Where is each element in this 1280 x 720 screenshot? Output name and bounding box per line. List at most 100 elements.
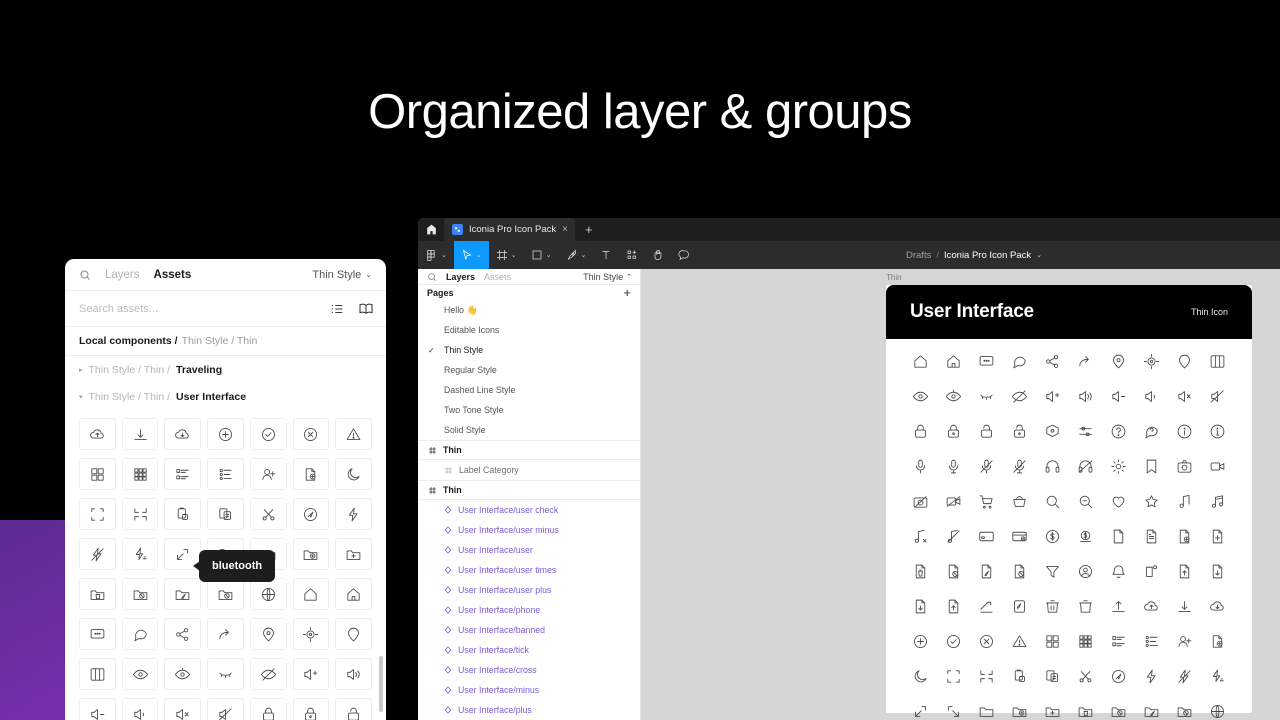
icon-cell[interactable] [1003,703,1036,720]
asset-item[interactable] [121,698,159,720]
icon-cell[interactable] [1069,633,1102,650]
asset-item[interactable] [121,618,159,650]
icon-cell[interactable] [937,458,970,475]
hand-tool-icon[interactable] [645,241,671,269]
icon-cell[interactable] [1102,598,1135,615]
layer-item[interactable]: Label Category [418,460,640,480]
page-item[interactable]: Regular Style [418,360,640,380]
icon-cell[interactable] [1069,493,1102,510]
icon-cell[interactable] [1036,563,1069,580]
new-tab-button[interactable]: + [575,223,603,236]
icon-cell[interactable] [1102,388,1135,405]
search-icon[interactable] [427,272,437,282]
icon-cell[interactable] [1201,458,1234,475]
icon-cell[interactable] [1036,703,1069,720]
chevron-down-icon[interactable]: ⌄ [1036,251,1042,259]
asset-item[interactable] [207,658,244,690]
icon-cell[interactable] [1168,388,1201,405]
asset-item[interactable] [164,658,202,690]
icon-cell[interactable] [1102,703,1135,720]
icon-cell[interactable] [1069,423,1102,440]
asset-item[interactable] [292,658,330,690]
icon-cell[interactable] [970,668,1003,685]
asset-item[interactable] [249,698,287,720]
list-view-icon[interactable] [330,302,344,316]
components-tool-icon[interactable] [619,241,645,269]
layer-item[interactable]: Thin [418,480,640,500]
icon-cell[interactable] [1036,493,1069,510]
comment-tool-icon[interactable] [671,241,697,269]
icon-cell[interactable] [1036,458,1069,475]
assets-scrollbar[interactable] [379,656,383,712]
icon-cell[interactable] [970,388,1003,405]
asset-item[interactable] [207,498,244,530]
layer-item-component[interactable]: User Interface/phone [418,600,640,620]
icon-cell[interactable] [970,493,1003,510]
icon-cell[interactable] [1102,423,1135,440]
icon-cell[interactable] [1003,668,1036,685]
icon-cell[interactable] [1036,353,1069,370]
icon-cell[interactable] [904,528,937,545]
asset-item[interactable] [335,578,372,610]
icon-cell[interactable] [1201,668,1234,685]
icon-cell[interactable] [970,598,1003,615]
page-item[interactable]: Hello 👋 [418,300,640,320]
asset-item[interactable] [335,658,372,690]
icon-cell[interactable] [1201,423,1234,440]
icon-cell[interactable] [1069,388,1102,405]
icon-cell[interactable] [1135,633,1168,650]
shape-tool-icon[interactable]: ⌄ [524,241,559,269]
icon-cell[interactable] [937,423,970,440]
icon-cell[interactable] [1201,703,1234,720]
icon-cell[interactable] [904,703,937,720]
asset-item[interactable] [207,578,244,610]
icon-cell[interactable] [937,703,970,720]
asset-item[interactable] [249,618,287,650]
asset-item[interactable] [207,698,244,720]
asset-item[interactable] [335,458,372,490]
icon-cell[interactable] [904,563,937,580]
asset-item[interactable] [249,458,287,490]
canvas[interactable]: Thin User Interface Thin Icon Thin Arrow… [641,269,1280,720]
asset-group-user-interface[interactable]: ▾ Thin Style / Thin / User Interface [65,383,386,410]
icon-cell[interactable] [1102,668,1135,685]
icon-cell[interactable] [937,353,970,370]
asset-item[interactable] [164,578,202,610]
library-view-icon[interactable] [358,302,374,316]
icon-cell[interactable] [1102,633,1135,650]
icon-cell[interactable] [1135,353,1168,370]
asset-item[interactable] [292,698,330,720]
asset-item[interactable] [164,458,202,490]
icon-cell[interactable] [1003,493,1036,510]
layer-item-component[interactable]: User Interface/user times [418,560,640,580]
icon-cell[interactable] [970,528,1003,545]
asset-item[interactable] [207,618,244,650]
style-selector[interactable]: Thin Style ⌃ [583,272,632,282]
asset-item[interactable] [292,578,330,610]
layer-item[interactable]: Thin [418,440,640,460]
icon-cell[interactable] [1168,598,1201,615]
breadcrumb-file-name[interactable]: Iconia Pro Icon Pack [944,250,1031,261]
icon-cell[interactable] [904,493,937,510]
icon-cell[interactable] [970,458,1003,475]
layer-item-component[interactable]: User Interface/banned [418,620,640,640]
asset-item[interactable] [164,698,202,720]
icon-cell[interactable] [1102,458,1135,475]
icon-cell[interactable] [1102,528,1135,545]
icon-cell[interactable] [1069,458,1102,475]
icon-cell[interactable] [1168,528,1201,545]
icon-cell[interactable] [970,633,1003,650]
tab-layers[interactable]: Layers [446,272,475,282]
asset-item[interactable] [79,578,116,610]
asset-item[interactable] [292,458,330,490]
search-input[interactable]: Search assets... [65,291,386,327]
icon-cell[interactable] [937,633,970,650]
frame-tool-icon[interactable]: ⌄ [489,241,524,269]
move-tool-icon[interactable]: ⌄ [453,241,489,269]
asset-item[interactable] [335,538,372,570]
asset-item[interactable] [79,458,116,490]
tab-assets[interactable]: Assets [484,272,511,282]
icon-cell[interactable] [1135,458,1168,475]
icon-cell[interactable] [904,388,937,405]
icon-cell[interactable] [1036,528,1069,545]
